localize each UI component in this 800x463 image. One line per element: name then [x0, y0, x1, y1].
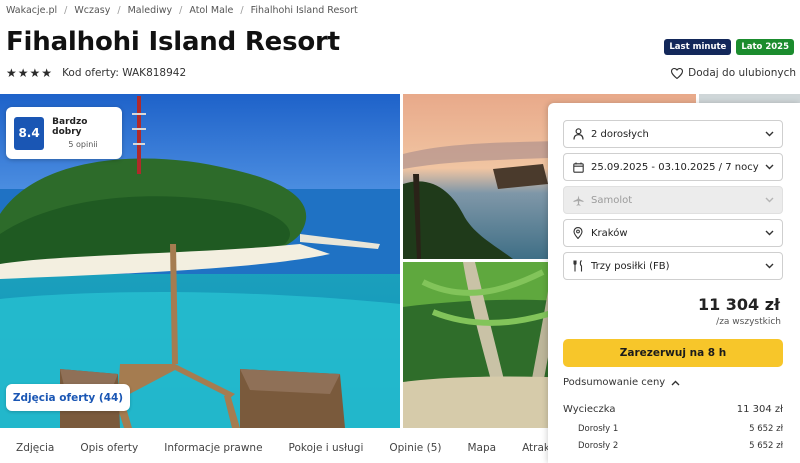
last-minute-badge: Last minute	[664, 39, 732, 55]
star-icon: ★	[6, 66, 17, 80]
breadcrumb-item-country[interactable]: Malediwy	[128, 5, 173, 16]
departure-value: Kraków	[591, 227, 628, 239]
favorites-label: Dodaj do ulubionych	[688, 67, 796, 79]
breadcrumb-separator: /	[240, 4, 244, 16]
star-icon: ★	[41, 66, 53, 80]
dates-select[interactable]: 25.09.2025 - 03.10.2025 / 7 nocy	[563, 153, 783, 181]
chevron-down-icon	[764, 129, 774, 139]
guests-select[interactable]: 2 dorosłych	[563, 120, 783, 148]
board-select[interactable]: Trzy posiłki (FB)	[563, 252, 783, 280]
summary-row-adult-1: Dorosły 1 5 652 zł	[563, 424, 783, 434]
breadcrumb-separator: /	[117, 4, 121, 16]
tab-reviews[interactable]: Opinie (5)	[389, 442, 441, 454]
summary-row-trip: Wycieczka 11 304 zł	[563, 404, 783, 415]
chevron-down-icon	[764, 162, 774, 172]
add-to-favorites-button[interactable]: Dodaj do ulubionych	[671, 67, 796, 79]
offer-meta: ★ ★ ★ ★ Kod oferty: WAK818942	[6, 67, 186, 79]
breadcrumb-item-region[interactable]: Atol Male	[189, 5, 233, 16]
summary-label: Dorosły 1	[578, 424, 619, 434]
price-summary-title: Podsumowanie ceny	[563, 377, 666, 388]
tab-legal-info[interactable]: Informacje prawne	[164, 442, 262, 454]
tab-description[interactable]: Opis oferty	[80, 442, 138, 454]
cutlery-icon	[571, 259, 585, 273]
person-icon	[571, 127, 585, 141]
rating-card[interactable]: 8.4 Bardzo dobry 5 opinii	[6, 107, 122, 159]
dates-value: 25.09.2025 - 03.10.2025 / 7 nocy	[591, 161, 759, 173]
chevron-down-icon	[764, 261, 774, 271]
transport-select: Samolot	[563, 186, 783, 214]
breadcrumb: Wakacje.pl / Wczasy / Malediwy / Atol Ma…	[6, 2, 358, 18]
offer-code: Kod oferty: WAK818942	[62, 67, 187, 79]
offer-badges: Last minute Lato 2025	[664, 39, 794, 55]
hotel-stars: ★ ★ ★ ★	[6, 67, 52, 79]
star-icon: ★	[17, 66, 29, 80]
breadcrumb-item-wczasy[interactable]: Wczasy	[74, 5, 110, 16]
departure-select[interactable]: Kraków	[563, 219, 783, 247]
rating-label: Bardzo dobry	[52, 117, 88, 137]
page-title: Fihalhohi Island Resort	[6, 27, 340, 57]
transport-value: Samolot	[591, 194, 633, 206]
summary-label: Dorosły 2	[578, 441, 619, 451]
total-price: 11 304 zł	[697, 295, 780, 314]
offer-tabs: Zdjęcia Opis oferty Informacje prawne Po…	[0, 432, 548, 463]
chevron-down-icon	[764, 195, 774, 205]
season-badge: Lato 2025	[736, 39, 794, 55]
guests-value: 2 dorosłych	[591, 128, 649, 140]
price-note: /za wszystkich	[716, 317, 781, 327]
calendar-icon	[571, 160, 585, 174]
breadcrumb-item-home[interactable]: Wakacje.pl	[6, 5, 57, 16]
board-value: Trzy posiłki (FB)	[591, 260, 670, 272]
offer-photos-button[interactable]: Zdjęcia oferty (44)	[6, 384, 130, 411]
summary-value: 5 652 zł	[749, 424, 783, 434]
breadcrumb-separator: /	[179, 4, 183, 16]
booking-panel: 2 dorosłych 25.09.2025 - 03.10.2025 / 7 …	[548, 103, 800, 463]
price-summary-toggle[interactable]: Podsumowanie ceny	[563, 377, 680, 388]
breadcrumb-item-hotel[interactable]: Fihalhohi Island Resort	[251, 5, 358, 16]
summary-value: 5 652 zł	[749, 441, 783, 451]
breadcrumb-separator: /	[64, 4, 68, 16]
rating-count: 5 opinii	[68, 140, 98, 149]
summary-row-adult-2: Dorosły 2 5 652 zł	[563, 441, 783, 451]
star-icon: ★	[29, 66, 41, 80]
location-pin-icon	[571, 226, 585, 240]
tab-map[interactable]: Mapa	[467, 442, 496, 454]
summary-label: Wycieczka	[563, 404, 616, 415]
rating-score: 8.4	[14, 116, 45, 150]
rating-details: Bardzo dobry 5 opinii	[52, 117, 114, 149]
chevron-down-icon	[764, 228, 774, 238]
tab-photos[interactable]: Zdjęcia	[16, 442, 54, 454]
reserve-button[interactable]: Zarezerwuj na 8 h	[563, 339, 783, 367]
summary-value: 11 304 zł	[736, 404, 783, 415]
tab-attractions[interactable]: Atrakcje	[522, 442, 548, 454]
heart-icon	[671, 67, 684, 79]
plane-icon	[571, 193, 585, 207]
chevron-up-icon	[671, 380, 680, 385]
tab-rooms-services[interactable]: Pokoje i usługi	[289, 442, 364, 454]
